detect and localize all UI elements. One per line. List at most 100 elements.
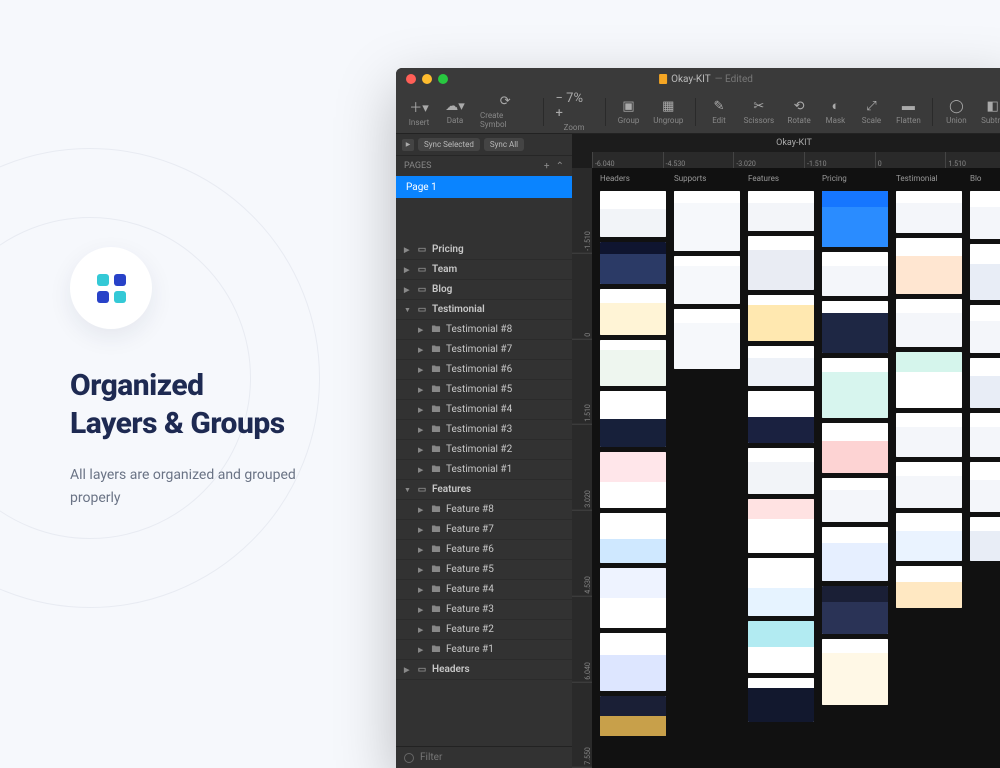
data-button[interactable]: ☁▾Data [438,93,472,131]
flatten-button[interactable]: ▬Flatten [890,93,926,131]
layer-item[interactable]: ▶🖿Testimonial #4 [396,400,572,420]
artboard-thumbnail[interactable] [674,309,740,369]
layer-item[interactable]: ▶🖿Testimonial #7 [396,340,572,360]
artboard-thumbnail[interactable] [822,639,888,705]
scissors-button[interactable]: ✂Scissors [738,93,780,131]
create-symbol-button[interactable]: ⟳Create Symbol [474,93,537,131]
layer-item[interactable]: ▶🖿Testimonial #5 [396,380,572,400]
artboard-thumbnail[interactable] [822,191,888,247]
layer-group[interactable]: ▶▭Pricing [396,240,572,260]
artboard-thumbnail[interactable] [748,499,814,553]
artboard-thumbnail[interactable] [748,678,814,722]
artboard-thumbnail[interactable] [748,621,814,673]
hero-subtitle: All layers are organized and grouped pro… [70,464,310,509]
artboard-thumbnail[interactable] [896,566,962,608]
zoom-control[interactable]: − 7% +Zoom [549,93,598,131]
layer-item[interactable]: ▶🖿Feature #1 [396,640,572,660]
filter-row[interactable]: Filter [396,746,572,768]
artboard-thumbnail[interactable] [970,358,1000,408]
artboard-thumbnail[interactable] [600,391,666,447]
layer-group[interactable]: ▼▭Testimonial [396,300,572,320]
collapse-pages-icon[interactable]: ⌃ [556,161,564,172]
insert-button[interactable]: ＋▾Insert [402,93,436,131]
artboard-thumbnail[interactable] [600,242,666,284]
artboard-thumbnail[interactable] [970,244,1000,300]
layer-group[interactable]: ▶▭Team [396,260,572,280]
artboard-thumbnail[interactable] [822,478,888,522]
artboard-thumbnail[interactable] [970,413,1000,457]
artboard-thumbnail[interactable] [822,586,888,634]
plus-icon: ＋▾ [409,97,429,116]
union-button[interactable]: ◯Union [939,93,973,131]
sync-all-button[interactable]: Sync All [484,138,524,151]
layer-item[interactable]: ▶🖿Feature #8 [396,500,572,520]
document-icon [659,74,667,84]
layer-item[interactable]: ▶🖿Testimonial #3 [396,420,572,440]
artboard-thumbnail[interactable] [970,462,1000,512]
artboard-thumbnail[interactable] [600,513,666,563]
layer-item[interactable]: ▶🖿Feature #6 [396,540,572,560]
artboard-thumbnail[interactable] [970,305,1000,353]
layer-item[interactable]: ▶🖿Testimonial #2 [396,440,572,460]
promo-panel: OrganizedLayers & Groups All layers are … [0,0,396,756]
artboard-thumbnail[interactable] [600,696,666,736]
group-button[interactable]: ▣Group [612,93,646,131]
layer-group[interactable]: ▼▭Features [396,480,572,500]
pencil-icon: ✎ [714,99,725,114]
artboard-thumbnail[interactable] [748,448,814,494]
add-page-icon[interactable]: + [544,161,550,172]
layer-item[interactable]: ▶🖿Testimonial #8 [396,320,572,340]
column-label: Testimonial [896,174,962,186]
layer-group[interactable]: ▶▭Blog [396,280,572,300]
artboard-thumbnail[interactable] [748,295,814,341]
artboard-thumbnail[interactable] [600,568,666,628]
artboard-thumbnail[interactable] [970,517,1000,561]
layer-item[interactable]: ▶🖿Feature #4 [396,580,572,600]
artboard-thumbnail[interactable] [896,513,962,561]
layers-sidebar: ▶ Sync Selected Sync All PAGES +⌃ Page 1… [396,134,572,768]
layer-item[interactable]: ▶🖿Feature #5 [396,560,572,580]
artboard-thumbnail[interactable] [600,452,666,508]
artboard-thumbnail[interactable] [970,191,1000,239]
canvas-area[interactable]: Okay-KIT -6.040-4.530-3.020-1.51001.510 … [572,134,1000,768]
artboard-thumbnail[interactable] [822,423,888,473]
play-icon[interactable]: ▶ [402,139,414,151]
artboard-thumbnail[interactable] [748,191,814,231]
artboard-thumbnail[interactable] [748,236,814,290]
artboard-thumbnail[interactable] [822,252,888,296]
subtract-button[interactable]: ◧Subtra [975,93,1000,131]
artboard-thumbnail[interactable] [600,340,666,386]
artboard-thumbnail[interactable] [600,289,666,335]
artboard-thumbnail[interactable] [674,256,740,304]
edit-button[interactable]: ✎Edit [702,93,736,131]
layer-item[interactable]: ▶🖿Feature #7 [396,520,572,540]
artboard-thumbnail[interactable] [748,391,814,443]
artboard-thumbnail[interactable] [896,462,962,508]
rotate-button[interactable]: ⟲Rotate [782,93,817,131]
artboard-thumbnail[interactable] [896,191,962,233]
artboard-thumbnail[interactable] [600,633,666,691]
layer-item[interactable]: ▶🖿Feature #3 [396,600,572,620]
artboard-thumbnail[interactable] [896,413,962,457]
layer-item[interactable]: ▶🖿Feature #2 [396,620,572,640]
artboard-thumbnail[interactable] [896,238,962,294]
canvas[interactable]: HeadersSupportsFeaturesPricingTestimonia… [592,168,1000,768]
artboard-thumbnail[interactable] [674,191,740,251]
scale-button[interactable]: ⤢Scale [854,93,888,131]
artboard-thumbnail[interactable] [822,301,888,353]
traffic-lights[interactable] [406,74,448,84]
layer-item[interactable]: ▶🖿Testimonial #6 [396,360,572,380]
artboard-thumbnail[interactable] [748,346,814,386]
layer-item[interactable]: ▶🖿Testimonial #1 [396,460,572,480]
artboard-thumbnail[interactable] [896,352,962,408]
page-row-active[interactable]: Page 1 [396,176,572,198]
artboard-thumbnail[interactable] [600,191,666,237]
artboard-thumbnail[interactable] [896,299,962,347]
layer-group[interactable]: ▶▭Headers [396,660,572,680]
artboard-thumbnail[interactable] [822,527,888,581]
artboard-thumbnail[interactable] [822,358,888,418]
sync-selected-button[interactable]: Sync Selected [418,138,480,151]
artboard-thumbnail[interactable] [748,558,814,616]
ungroup-button[interactable]: ▦Ungroup [648,93,689,131]
mask-button[interactable]: ◐Mask [818,93,852,131]
